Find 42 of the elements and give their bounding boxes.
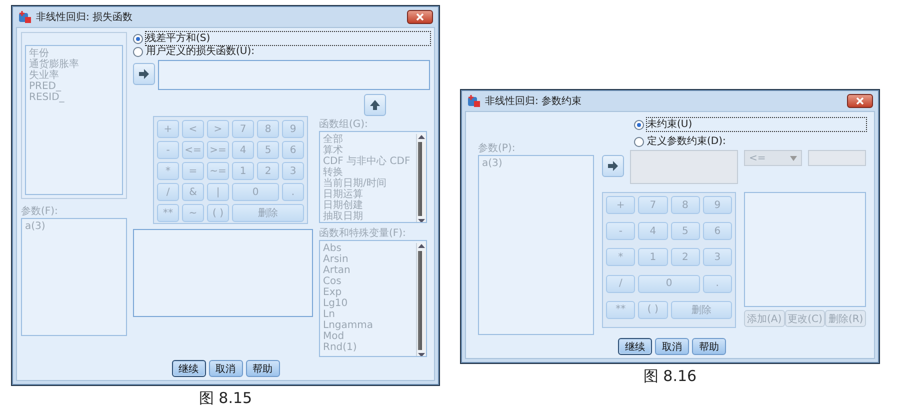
parameters-label: 参数(P): (478, 142, 516, 155)
dialog-button[interactable]: 取消 (208, 360, 242, 377)
option-label: 未约束(U) (647, 118, 866, 131)
window-title: 非线性回归: 参数约束 (485, 94, 583, 108)
close-button[interactable] (847, 94, 873, 108)
window-title: 非线性回归: 损失函数 (36, 10, 134, 24)
up-arrow-icon (368, 98, 382, 112)
dialog-button[interactable]: 取消 (655, 338, 689, 355)
close-button[interactable] (407, 10, 433, 24)
move-button[interactable] (602, 155, 624, 177)
move-button[interactable] (133, 63, 155, 85)
scrollbar[interactable] (416, 134, 426, 222)
scrollbar[interactable] (416, 243, 426, 356)
function-group-label: 函数组(G): (319, 118, 369, 131)
scroll-up-icon (418, 134, 425, 140)
radio-button[interactable] (634, 136, 644, 146)
option-label: 残差平方和(S) (146, 32, 430, 45)
caret-icon (790, 156, 797, 160)
dialog-button[interactable]: 帮助 (246, 360, 280, 377)
radio-button[interactable] (133, 46, 143, 56)
option-label: 用户定义的损失函数(U): (146, 45, 254, 58)
parameters-label: 参数(F): (21, 205, 59, 218)
right-arrow-icon (606, 159, 620, 173)
constraint-field[interactable] (630, 150, 738, 184)
expression-field[interactable] (158, 60, 430, 90)
right-arrow-icon (137, 67, 151, 81)
figure-caption: 图 8.16 (643, 367, 697, 386)
close-icon (416, 13, 424, 21)
app-icon (18, 10, 32, 24)
figure-caption: 图 8.15 (198, 389, 252, 408)
radio-button[interactable] (133, 34, 143, 44)
option-label: 定义参数约束(D): (647, 135, 726, 148)
app-icon (467, 94, 481, 108)
move-button[interactable] (364, 94, 386, 116)
radio-button[interactable] (634, 120, 644, 130)
scroll-up-icon (418, 243, 425, 249)
close-icon (856, 97, 864, 105)
functions-label: 函数和特殊变量(F): (319, 227, 407, 240)
dialog-button[interactable]: 继续 (618, 338, 652, 355)
value-field[interactable] (808, 150, 866, 166)
dialog-button[interactable]: 继续 (172, 360, 206, 377)
dialog-button[interactable]: 帮助 (692, 338, 726, 355)
